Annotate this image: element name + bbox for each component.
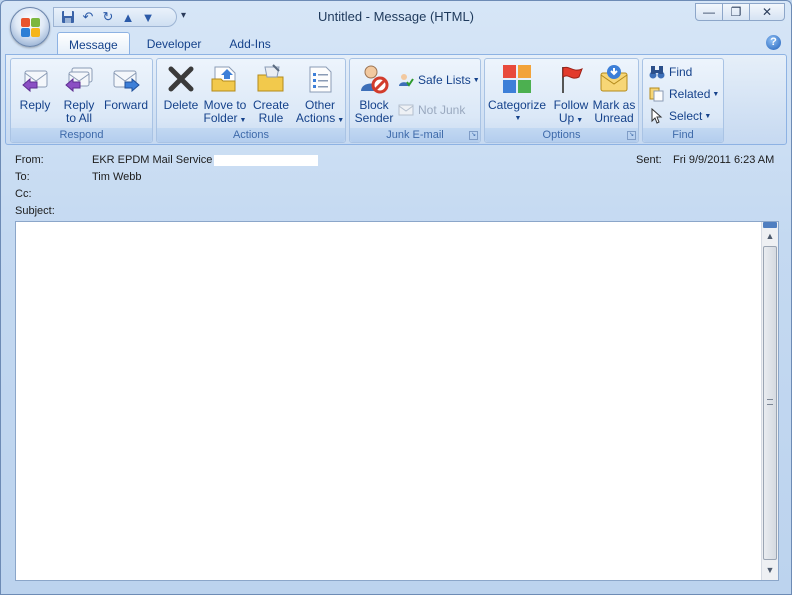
group-junk-email-label: Junk E-mail [350, 128, 480, 142]
other-actions-label-2: Actions ▼ [295, 111, 345, 125]
cc-label: Cc: [15, 188, 32, 200]
other-actions-icon [304, 63, 336, 95]
other-actions-button[interactable]: Other Actions ▼ [295, 63, 345, 127]
safe-lists-label: Safe Lists [418, 73, 471, 87]
related-icon [649, 86, 665, 102]
move-to-folder-icon [209, 63, 241, 95]
forward-icon [110, 63, 142, 95]
safe-lists-icon [398, 72, 414, 88]
to-label: To: [15, 171, 30, 183]
reply-button[interactable]: Reply [13, 63, 57, 112]
office-logo-icon [21, 18, 41, 38]
tab-message[interactable]: Message [57, 32, 130, 55]
reply-all-button[interactable]: Reply to All [57, 63, 101, 125]
categorize-label: Categorize [487, 98, 547, 112]
redacted-address [214, 154, 319, 166]
reply-all-icon [63, 63, 95, 95]
select-button[interactable]: Select ▼ [649, 107, 711, 125]
office-button[interactable] [10, 7, 50, 47]
close-button[interactable]: ✕ [749, 3, 785, 21]
scrollbar-thumb[interactable] [763, 246, 777, 560]
follow-up-button[interactable]: Follow Up ▼ [549, 63, 593, 127]
to-value[interactable]: Tim Webb [92, 171, 142, 183]
not-junk-button[interactable]: Not Junk [398, 101, 465, 119]
group-respond: Reply Reply to All Forward Respond [10, 58, 153, 143]
sent-value: Fri 9/9/2011 6:23 AM [673, 154, 775, 166]
help-icon[interactable]: ? [766, 35, 781, 50]
message-header: From: EKR EPDM Mail Service To: Tim Webb… [9, 147, 785, 221]
not-junk-label: Not Junk [418, 103, 466, 117]
reply-all-label-2: to All [65, 111, 92, 125]
delete-label: Delete [163, 98, 199, 112]
sent-label: Sent: [636, 154, 662, 166]
create-rule-button[interactable]: Create Rule [249, 63, 293, 125]
group-options: Categorize ▼ Follow Up ▼ Mark as Unread O… [484, 58, 639, 143]
find-button[interactable]: Find [649, 63, 692, 81]
delete-icon [165, 63, 197, 95]
move-to-folder-button[interactable]: Move to Folder ▼ [201, 63, 249, 127]
ribbon-tabs: Message Developer Add-Ins [57, 32, 288, 55]
group-junk-email: Block Sender Safe Lists ▼ Not Junk Junk E… [349, 58, 481, 143]
unread-envelope-icon [598, 63, 630, 95]
tab-developer[interactable]: Developer [136, 32, 213, 55]
scrollbar-grip-icon [767, 399, 773, 405]
junk-email-launcher-icon[interactable]: ↘ [469, 131, 478, 140]
create-rule-label-2: Rule [258, 111, 284, 125]
block-sender-label-2: Sender [354, 111, 394, 125]
group-find-label: Find [643, 128, 723, 142]
delete-button[interactable]: Delete [159, 63, 203, 112]
reply-label: Reply [19, 98, 51, 112]
window-title: Untitled - Message (HTML) [317, 9, 475, 24]
flag-icon [555, 63, 587, 95]
scroll-down-icon[interactable]: ▼ [762, 562, 778, 578]
block-sender-button[interactable]: Block Sender [352, 63, 396, 125]
find-label: Find [669, 65, 693, 79]
categorize-icon [501, 63, 533, 95]
subject-label: Subject: [15, 205, 55, 217]
binoculars-icon [649, 64, 665, 80]
vertical-scrollbar[interactable]: ▲ ▼ [761, 222, 778, 580]
message-body[interactable]: ▲ ▼ [15, 221, 779, 581]
restore-button[interactable]: ❐ [722, 3, 750, 21]
forward-button[interactable]: Forward [101, 63, 151, 112]
from-value[interactable]: EKR EPDM Mail Service [92, 154, 319, 166]
tab-add-ins[interactable]: Add-Ins [218, 32, 281, 55]
group-options-label: Options [485, 128, 638, 142]
outlook-message-window: ↶ ↻ ▲ ▼ ▾ Untitled - Message (HTML) — ❐ … [0, 0, 792, 595]
from-label: From: [15, 154, 44, 166]
options-launcher-icon[interactable]: ↘ [627, 131, 636, 140]
minimize-button[interactable]: — [695, 3, 723, 21]
follow-up-label-2: Up ▼ [558, 111, 584, 125]
categorize-dropdown-icon: ▼ [514, 115, 522, 122]
group-actions: Delete Move to Folder ▼ Create Rule Othe… [156, 58, 346, 143]
safe-lists-button[interactable]: Safe Lists ▼ [398, 71, 480, 89]
window-controls: — ❐ ✕ [695, 3, 785, 21]
related-button[interactable]: Related ▼ [649, 85, 719, 103]
block-sender-icon [358, 63, 390, 95]
group-find: Find Related ▼ Select ▼ Find [642, 58, 724, 143]
reply-icon [19, 63, 51, 95]
mark-as-unread-button[interactable]: Mark as Unread [591, 63, 637, 125]
ribbon: Reply Reply to All Forward Respond Delet… [5, 54, 787, 145]
title-bar: ↶ ↻ ▲ ▼ ▾ Untitled - Message (HTML) — ❐ … [1, 1, 791, 47]
not-junk-icon [398, 102, 414, 118]
create-rule-icon [255, 63, 287, 95]
move-to-folder-label-2: Folder ▼ [203, 111, 247, 125]
related-label: Related [669, 87, 711, 101]
group-respond-label: Respond [11, 128, 152, 142]
forward-label: Forward [103, 98, 148, 112]
group-actions-label: Actions [157, 128, 345, 142]
categorize-button[interactable]: Categorize ▼ [487, 63, 547, 125]
cursor-icon [649, 107, 665, 124]
scroll-up-icon[interactable]: ▲ [762, 228, 778, 244]
select-label: Select [669, 109, 703, 123]
mark-as-unread-label-2: Unread [594, 111, 634, 125]
